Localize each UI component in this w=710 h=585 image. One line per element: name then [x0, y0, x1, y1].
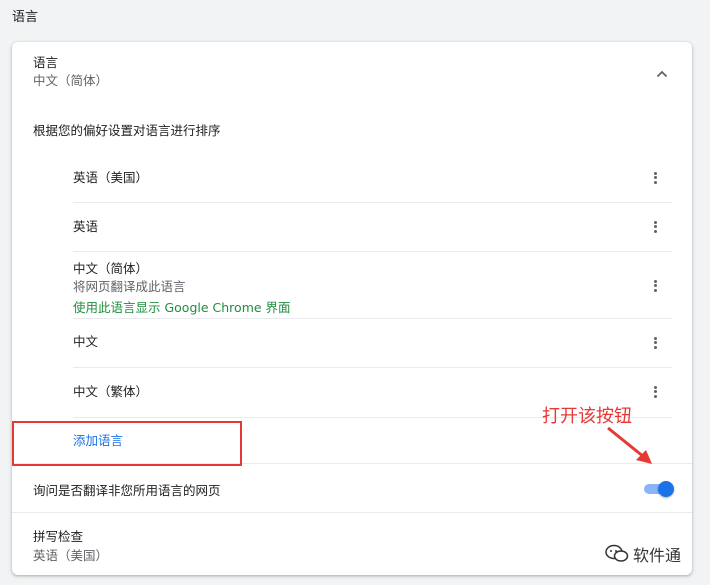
language-sub: 将网页翻译成此语言	[73, 279, 186, 294]
language-label: 语言	[33, 55, 59, 70]
ask-translate-label: 询问是否翻译非您所用语言的网页	[33, 483, 221, 498]
settings-page: 语言 语言 中文（简体） 根据您的偏好设置对语言进行排序 英语（美国） 英语 中…	[0, 0, 710, 585]
language-name: 英语（美国）	[73, 170, 149, 185]
spellcheck-value: 英语（美国）	[33, 548, 109, 563]
language-name: 中文（繁体）	[73, 384, 149, 399]
watermark-text: 软件通	[633, 546, 682, 565]
chevron-up-icon	[656, 70, 668, 78]
language-name: 中文	[73, 334, 99, 349]
highlight-box	[12, 421, 242, 466]
more-vert-icon[interactable]	[650, 219, 660, 235]
list-item: 中文（简体） 将网页翻译成此语言 使用此语言显示 Google Chrome 界…	[73, 252, 672, 319]
section-title: 语言	[12, 10, 39, 25]
language-ui-note: 使用此语言显示 Google Chrome 界面	[73, 300, 291, 315]
language-list: 英语（美国） 英语 中文（简体） 将网页翻译成此语言 使用此语言显示 Googl…	[73, 154, 672, 418]
more-vert-icon[interactable]	[650, 384, 660, 400]
list-item: 中文	[73, 319, 672, 368]
language-value: 中文（简体）	[33, 73, 109, 88]
collapse-button[interactable]	[654, 66, 670, 82]
more-vert-icon[interactable]	[650, 170, 660, 186]
divider	[12, 512, 692, 513]
language-card: 语言 中文（简体） 根据您的偏好设置对语言进行排序 英语（美国） 英语 中文（简…	[12, 42, 692, 575]
list-item: 英语（美国）	[73, 154, 672, 203]
annotation-arrow	[607, 426, 652, 464]
more-vert-icon[interactable]	[650, 278, 660, 294]
language-name: 中文（简体）	[73, 261, 149, 276]
list-item: 英语	[73, 203, 672, 252]
wechat-icon	[605, 544, 629, 562]
spellcheck-title[interactable]: 拼写检查	[33, 526, 83, 545]
language-header[interactable]: 语言 中文（简体）	[33, 54, 108, 90]
sort-hint: 根据您的偏好设置对语言进行排序	[33, 123, 221, 138]
watermark: 软件通	[605, 542, 681, 566]
language-name: 英语	[73, 219, 99, 234]
ask-translate-toggle[interactable]	[642, 479, 674, 499]
toggle-knob	[658, 481, 674, 497]
more-vert-icon[interactable]	[650, 335, 660, 351]
